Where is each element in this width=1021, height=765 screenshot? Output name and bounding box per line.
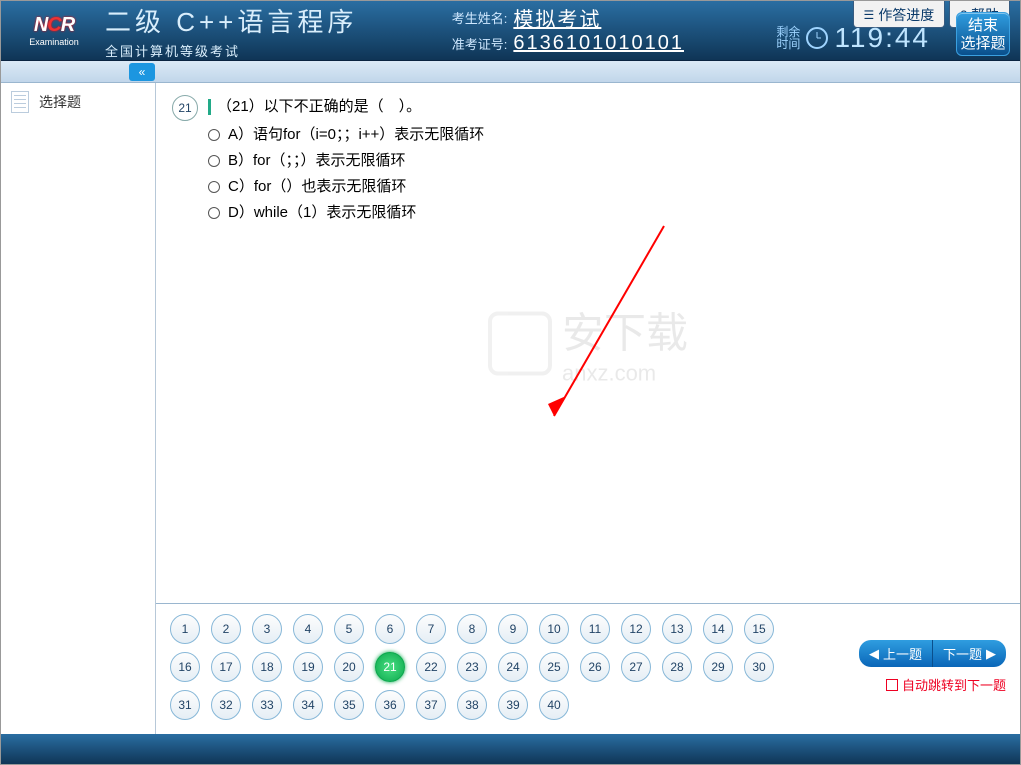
option-a[interactable]: A）语句for（i=0；；i++）表示无限循环 xyxy=(208,123,484,147)
nav-question-14[interactable]: 14 xyxy=(703,614,733,644)
nav-question-8[interactable]: 8 xyxy=(457,614,487,644)
nav-question-12[interactable]: 12 xyxy=(621,614,651,644)
nav-question-15[interactable]: 15 xyxy=(744,614,774,644)
nav-question-40[interactable]: 40 xyxy=(539,690,569,720)
bar-icon xyxy=(208,99,211,115)
nav-question-36[interactable]: 36 xyxy=(375,690,405,720)
nav-question-16[interactable]: 16 xyxy=(170,652,200,682)
options: A）语句for（i=0；；i++）表示无限循环 B）for（；；）表示无限循环 … xyxy=(208,123,484,225)
list-icon: ☰ xyxy=(864,8,875,22)
radio-icon xyxy=(208,207,220,219)
auto-next-checkbox[interactable]: 自动跳转到下一题 xyxy=(886,675,1006,694)
nav-actions: ◀上一题 下一题▶ 自动跳转到下一题 xyxy=(859,640,1006,694)
document-icon xyxy=(11,91,29,113)
logo: NCR Examination xyxy=(9,10,99,52)
nav-question-23[interactable]: 23 xyxy=(457,652,487,682)
nav-question-24[interactable]: 24 xyxy=(498,652,528,682)
checkbox-icon xyxy=(886,679,898,691)
prev-button[interactable]: ◀上一题 xyxy=(859,640,933,667)
nav-question-32[interactable]: 32 xyxy=(211,690,241,720)
toolrow: « xyxy=(1,61,1020,83)
nav-question-39[interactable]: 39 xyxy=(498,690,528,720)
nav-question-3[interactable]: 3 xyxy=(252,614,282,644)
radio-icon xyxy=(208,155,220,167)
nav-question-13[interactable]: 13 xyxy=(662,614,692,644)
nav-question-5[interactable]: 5 xyxy=(334,614,364,644)
logo-sub: Examination xyxy=(29,37,79,47)
nav-question-25[interactable]: 25 xyxy=(539,652,569,682)
nav-question-37[interactable]: 37 xyxy=(416,690,446,720)
chevron-left-icon: ◀ xyxy=(869,646,879,662)
nav-question-4[interactable]: 4 xyxy=(293,614,323,644)
nav-question-26[interactable]: 26 xyxy=(580,652,610,682)
nav-row: 31 32 33 34 35 36 37 38 39 40 xyxy=(170,690,1006,720)
name-label: 考生姓名: xyxy=(447,8,507,27)
nav-question-6[interactable]: 6 xyxy=(375,614,405,644)
option-d[interactable]: D）while（1）表示无限循环 xyxy=(208,201,484,225)
timer-label: 剩余时间 xyxy=(776,26,800,50)
watermark: 安下载 anxz.com xyxy=(488,300,688,387)
nav-question-2[interactable]: 2 xyxy=(211,614,241,644)
clock-icon xyxy=(806,27,828,49)
timer-value: 119:44 xyxy=(834,22,930,54)
radio-icon xyxy=(208,181,220,193)
exam-title: 二级 C++语言程序 xyxy=(105,2,357,39)
nav-question-30[interactable]: 30 xyxy=(744,652,774,682)
sidebar-item-label: 选择题 xyxy=(39,92,81,112)
chevron-right-icon: ▶ xyxy=(986,646,996,662)
header-bar: NCR Examination 二级 C++语言程序 全国计算机等级考试 考生姓… xyxy=(1,1,1020,61)
candidate-block: 考生姓名: 模拟考试 准考证号: 6136101010101 xyxy=(447,5,684,57)
nav-question-9[interactable]: 9 xyxy=(498,614,528,644)
nav-question-38[interactable]: 38 xyxy=(457,690,487,720)
footer-bar xyxy=(1,734,1020,764)
nav-question-22[interactable]: 22 xyxy=(416,652,446,682)
question-area: 21 （21）以下不正确的是（ ）。 A）语句for（i=0；；i++）表示无限… xyxy=(156,83,1020,603)
id-label: 准考证号: xyxy=(447,34,507,53)
nav-question-21[interactable]: 21 xyxy=(375,652,405,682)
question-number-badge: 21 xyxy=(172,95,198,121)
nav-question-19[interactable]: 19 xyxy=(293,652,323,682)
next-button[interactable]: 下一题▶ xyxy=(933,640,1006,667)
shield-icon xyxy=(488,311,552,375)
nav-question-17[interactable]: 17 xyxy=(211,652,241,682)
sidebar: 选择题 xyxy=(1,83,156,734)
nav-question-28[interactable]: 28 xyxy=(662,652,692,682)
nav-question-10[interactable]: 10 xyxy=(539,614,569,644)
app-window: NCR Examination 二级 C++语言程序 全国计算机等级考试 考生姓… xyxy=(0,0,1021,765)
body: 选择题 21 （21）以下不正确的是（ ）。 A）语句for（i=0；；i++）… xyxy=(1,83,1020,734)
end-exam-button[interactable]: 结束 选择题 xyxy=(956,12,1010,56)
radio-icon xyxy=(208,129,220,141)
nav-question-34[interactable]: 34 xyxy=(293,690,323,720)
question-head: 21 （21）以下不正确的是（ ）。 A）语句for（i=0；；i++）表示无限… xyxy=(172,95,1004,227)
nav-question-7[interactable]: 7 xyxy=(416,614,446,644)
question-panel: 21 （21）以下不正确的是（ ）。 A）语句for（i=0；；i++）表示无限… xyxy=(156,83,1020,734)
nav-question-31[interactable]: 31 xyxy=(170,690,200,720)
sidebar-item-choice[interactable]: 选择题 xyxy=(1,83,155,121)
option-b[interactable]: B）for（；；）表示无限循环 xyxy=(208,149,484,173)
nav-question-20[interactable]: 20 xyxy=(334,652,364,682)
prev-next-buttons: ◀上一题 下一题▶ xyxy=(859,640,1006,667)
nav-question-18[interactable]: 18 xyxy=(252,652,282,682)
question-nav: 1234567891011121314151617181920212223242… xyxy=(156,603,1020,734)
candidate-id: 6136101010101 xyxy=(513,32,684,55)
nav-question-29[interactable]: 29 xyxy=(703,652,733,682)
logo-text: NCR xyxy=(34,14,74,37)
annotation-arrow xyxy=(544,364,546,365)
candidate-name: 模拟考试 xyxy=(513,3,601,32)
nav-question-27[interactable]: 27 xyxy=(621,652,651,682)
exam-subtitle: 全国计算机等级考试 xyxy=(105,41,357,60)
nav-question-11[interactable]: 11 xyxy=(580,614,610,644)
option-c[interactable]: C）for（）也表示无限循环 xyxy=(208,175,484,199)
question-title: （21）以下不正确的是（ ）。 xyxy=(208,95,484,119)
title-block: 二级 C++语言程序 全国计算机等级考试 xyxy=(105,2,357,60)
timer: 剩余时间 119:44 xyxy=(776,22,930,54)
nav-question-35[interactable]: 35 xyxy=(334,690,364,720)
collapse-sidebar-button[interactable]: « xyxy=(129,63,155,81)
question-text: （21）以下不正确的是（ ）。 A）语句for（i=0；；i++）表示无限循环 … xyxy=(208,95,484,227)
nav-question-33[interactable]: 33 xyxy=(252,690,282,720)
nav-question-1[interactable]: 1 xyxy=(170,614,200,644)
